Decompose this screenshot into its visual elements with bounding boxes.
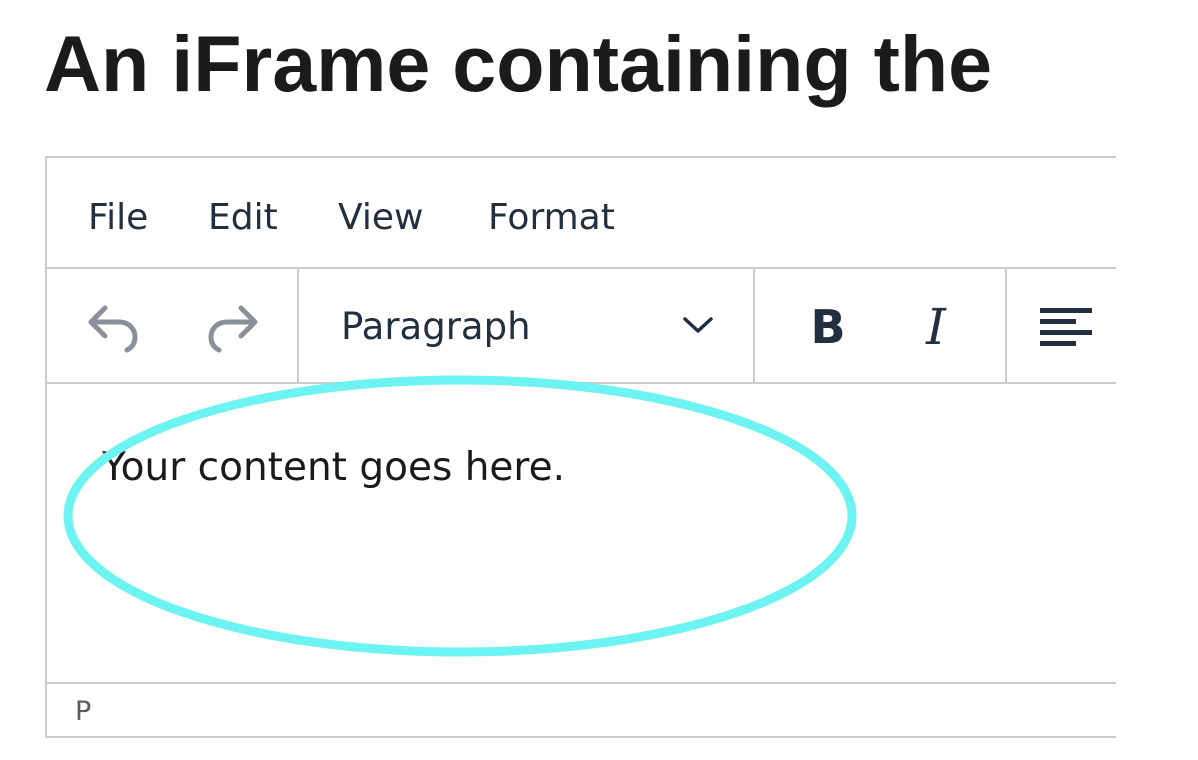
undo-icon <box>88 305 138 353</box>
menu-edit[interactable]: Edit <box>208 196 278 240</box>
redo-icon <box>208 305 258 353</box>
content-paragraph[interactable]: Your content goes here. <box>102 444 565 492</box>
toolbar-separator <box>753 269 755 382</box>
editor-menubar: File Edit View Format <box>47 158 1116 269</box>
undo-button[interactable] <box>67 297 159 357</box>
align-left-icon <box>1040 308 1092 346</box>
menu-format[interactable]: Format <box>488 196 615 240</box>
menu-file[interactable]: File <box>88 196 148 240</box>
element-path-p[interactable]: P <box>75 696 91 728</box>
bold-icon: B <box>810 300 846 354</box>
redo-button[interactable] <box>187 297 279 357</box>
italic-icon: I <box>926 298 946 356</box>
editor-toolbar: Paragraph B I <box>47 269 1116 384</box>
block-format-value: Paragraph <box>341 305 531 348</box>
menu-view[interactable]: View <box>338 196 423 240</box>
editor-statusbar: P <box>47 684 1116 736</box>
italic-button[interactable]: I <box>890 293 982 361</box>
align-left-button[interactable] <box>1037 297 1116 357</box>
toolbar-separator <box>1005 269 1007 382</box>
bold-button[interactable]: B <box>782 293 874 361</box>
rich-text-editor: File Edit View Format Paragraph B I Your… <box>45 156 1116 738</box>
editor-content-area[interactable]: Your content goes here. <box>47 384 1116 684</box>
page-heading: An iFrame containing the <box>44 19 993 108</box>
block-format-select[interactable]: Paragraph <box>299 269 752 382</box>
chevron-down-icon <box>683 317 713 333</box>
